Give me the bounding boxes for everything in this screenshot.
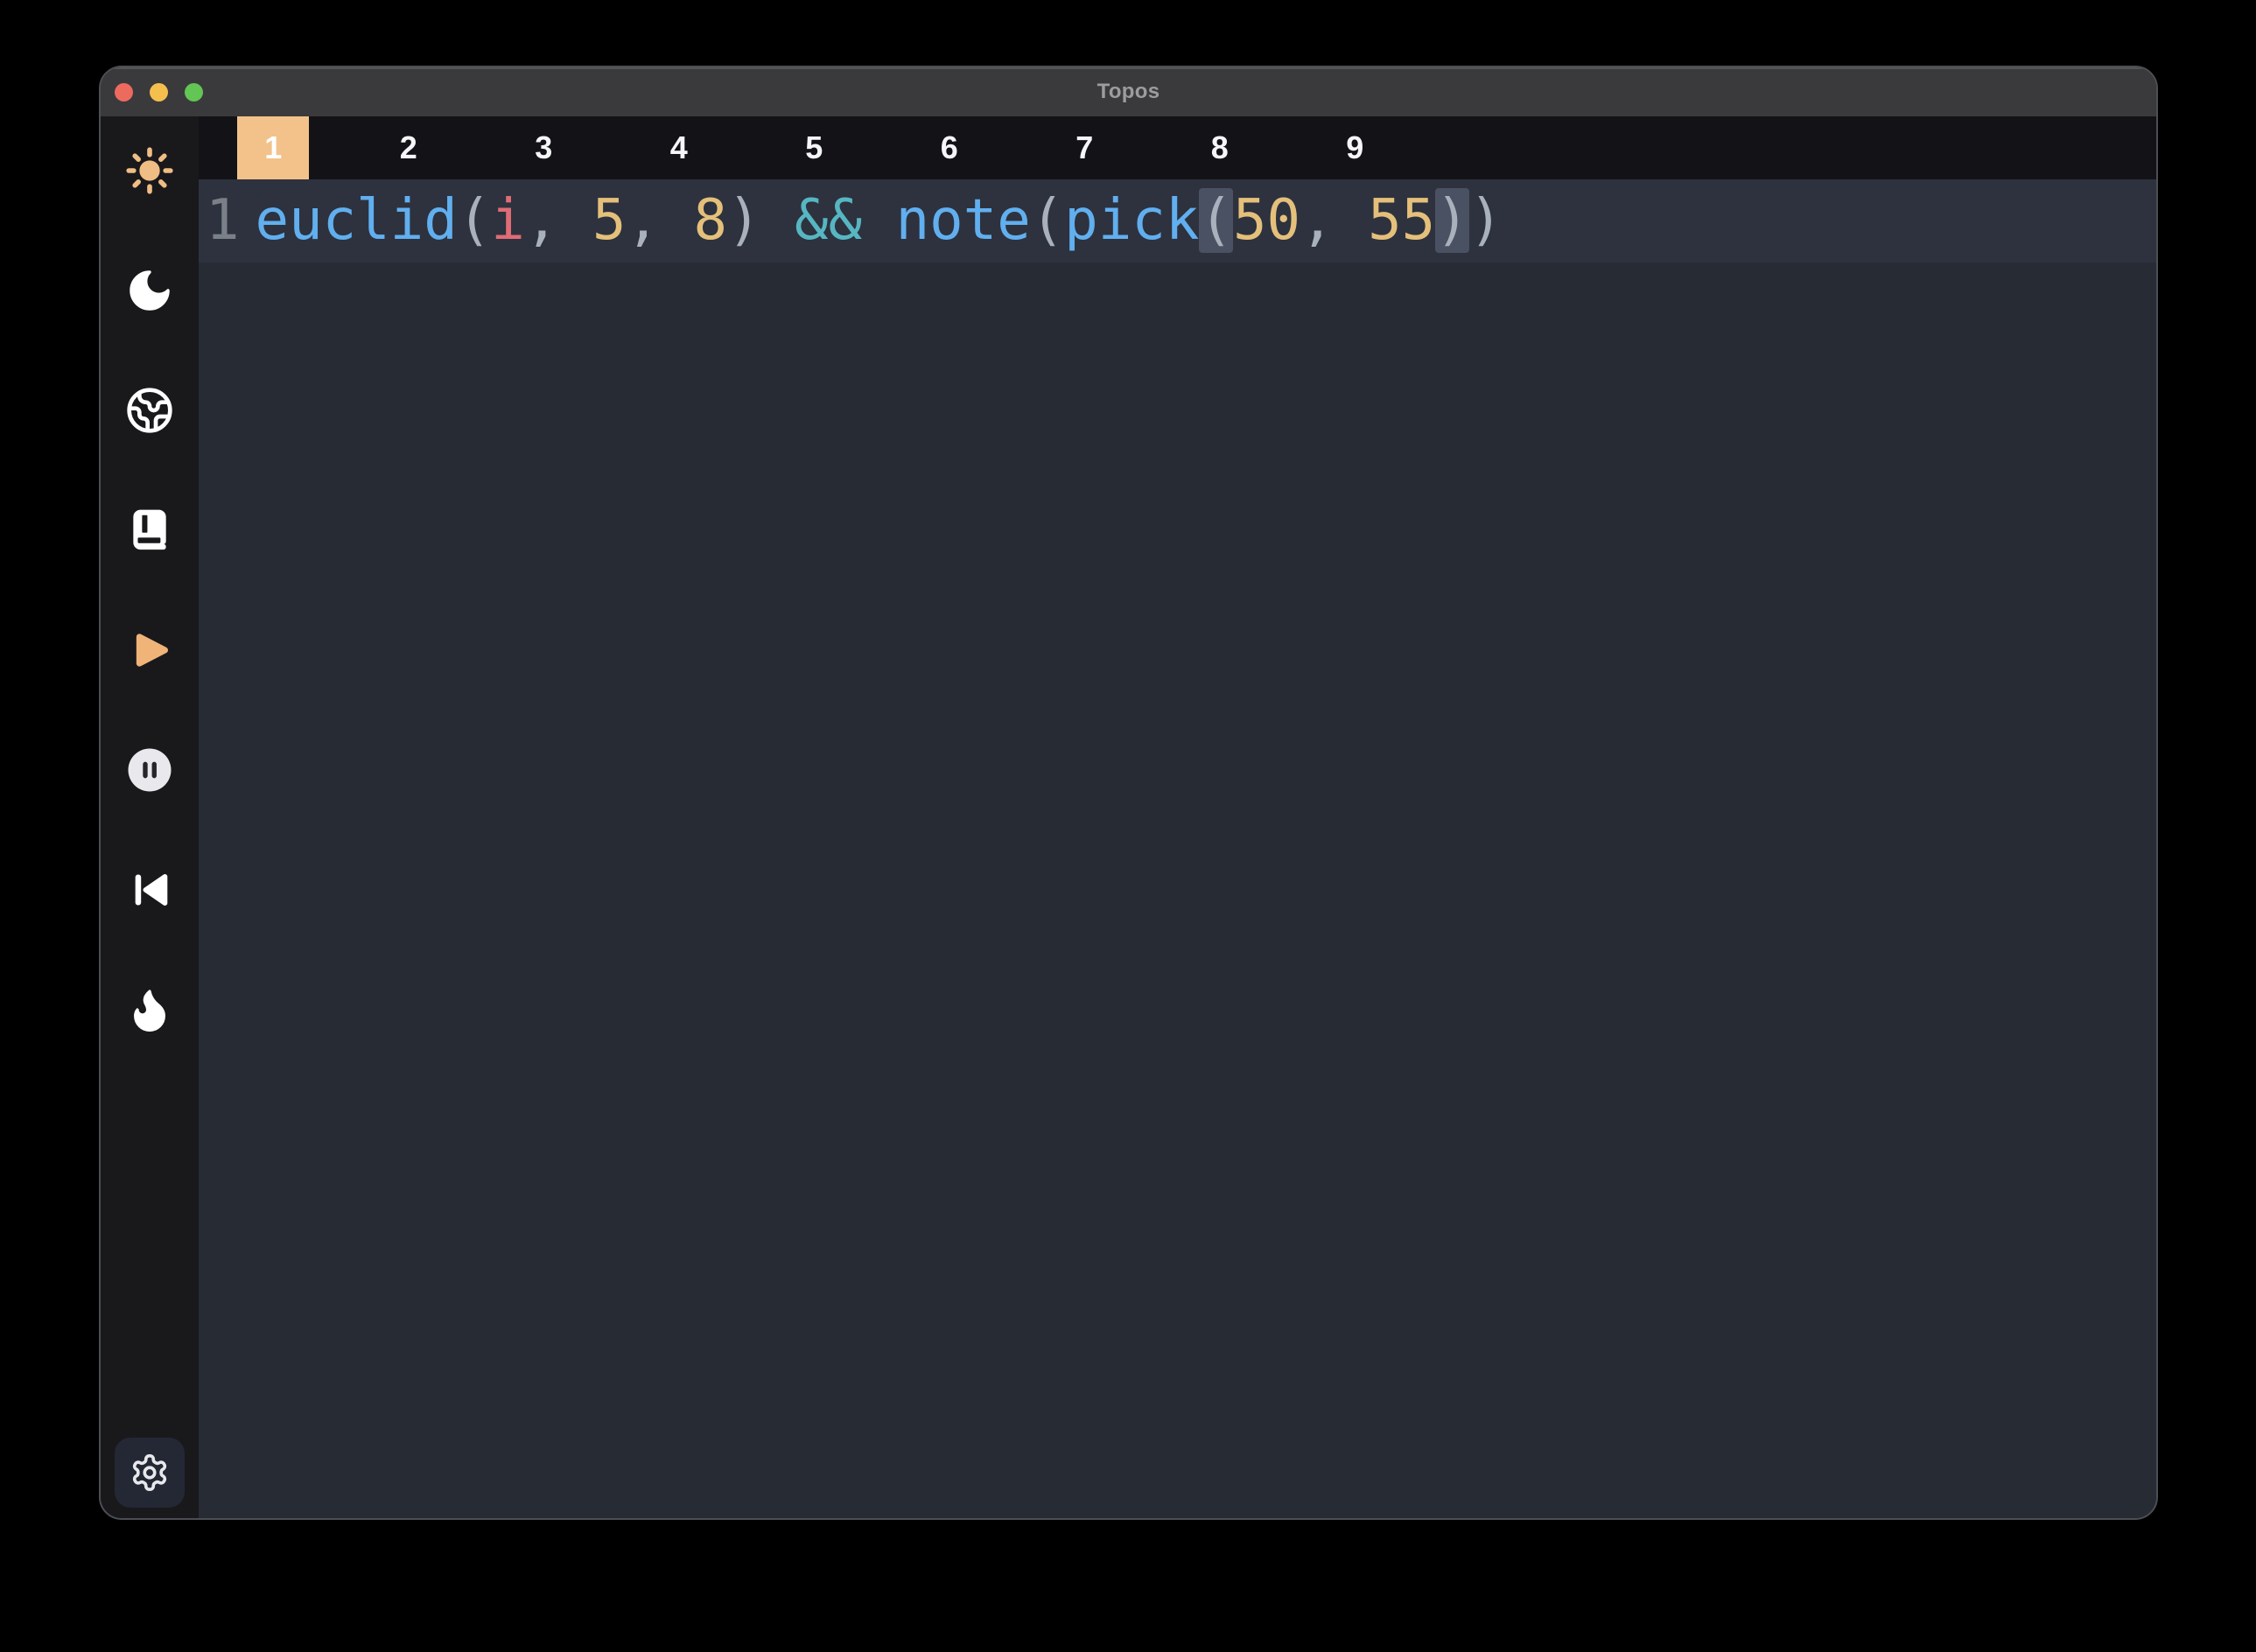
tab-label: 3 xyxy=(508,116,579,179)
tab-2[interactable]: 2 xyxy=(341,116,477,179)
titlebar[interactable]: Topos xyxy=(101,67,2156,116)
code-token: && xyxy=(761,188,896,253)
line-number: 1 xyxy=(206,179,240,262)
code-token: 50 xyxy=(1233,188,1300,253)
zoom-button[interactable] xyxy=(185,83,203,102)
code-token: 8 xyxy=(693,188,727,253)
settings-button[interactable] xyxy=(115,1438,185,1508)
play-button[interactable] xyxy=(125,626,174,675)
code-token: , xyxy=(525,188,592,253)
code-token: ( xyxy=(458,188,492,253)
tab-label: 6 xyxy=(914,116,985,179)
skip-back-icon xyxy=(125,864,174,915)
code-token: 55 xyxy=(1368,188,1435,253)
close-button[interactable] xyxy=(115,83,133,102)
tab-label: 4 xyxy=(643,116,715,179)
window-content: 123456789 1 euclid(i, 5, 8) && note(pick… xyxy=(101,116,2156,1518)
play-icon xyxy=(125,623,174,677)
moon-icon xyxy=(125,263,174,318)
pause-icon xyxy=(125,743,174,797)
tab-7[interactable]: 7 xyxy=(1017,116,1153,179)
tab-4[interactable]: 4 xyxy=(612,116,747,179)
tab-bar: 1 23 45 67 89 xyxy=(199,116,2156,179)
code-token: , xyxy=(626,188,693,253)
sidebar xyxy=(101,116,199,1518)
tab-3[interactable]: 3 xyxy=(476,116,612,179)
tab-9[interactable]: 9 xyxy=(1287,116,1423,179)
tab-label: 1 xyxy=(237,116,309,179)
code-token: ( xyxy=(1031,188,1065,253)
skip-back-button[interactable] xyxy=(125,865,174,914)
minimize-button[interactable] xyxy=(150,83,168,102)
code-token: pick xyxy=(1064,188,1199,253)
code-token: ) xyxy=(1469,188,1503,253)
flame-button[interactable] xyxy=(125,985,174,1034)
globe-button[interactable] xyxy=(125,386,174,435)
code-token: , xyxy=(1300,188,1368,253)
globe-icon xyxy=(125,384,174,437)
tab-6[interactable]: 6 xyxy=(882,116,1018,179)
code-token: euclid xyxy=(256,188,458,253)
main-area: 123456789 1 euclid(i, 5, 8) && note(pick… xyxy=(199,116,2156,1518)
code-line-content: euclid(i, 5, 8) && note(pick(50, 55)) xyxy=(256,179,1503,262)
sun-icon xyxy=(125,144,174,197)
code-editor[interactable]: 1 euclid(i, 5, 8) && note(pick(50, 55)) xyxy=(199,179,2156,1518)
code-token: i xyxy=(491,188,525,253)
flame-icon xyxy=(125,985,174,1034)
window-title: Topos xyxy=(1097,80,1160,104)
code-token: 5 xyxy=(592,188,627,253)
tab-8[interactable]: 8 xyxy=(1153,116,1288,179)
tab-label: 7 xyxy=(1048,116,1120,179)
tab-label: 8 xyxy=(1184,116,1256,179)
theme-light-button[interactable] xyxy=(125,146,174,195)
code-token-bracket-match: ) xyxy=(1435,188,1469,253)
book-icon xyxy=(125,506,174,555)
app-window: Topos xyxy=(99,66,2158,1520)
docs-button[interactable] xyxy=(125,506,174,555)
code-token: ) xyxy=(727,188,761,253)
tab-label: 5 xyxy=(778,116,850,179)
tab-label: 2 xyxy=(373,116,445,179)
pause-button[interactable] xyxy=(125,746,174,794)
tab-1[interactable]: 1 xyxy=(206,116,341,179)
theme-dark-button[interactable] xyxy=(125,266,174,315)
tab-label: 9 xyxy=(1319,116,1391,179)
code-line[interactable]: 1 euclid(i, 5, 8) && note(pick(50, 55)) xyxy=(199,179,2156,262)
code-token-bracket-match: ( xyxy=(1199,188,1233,253)
tab-5[interactable]: 5 xyxy=(746,116,882,179)
settings-gear-icon xyxy=(130,1452,170,1493)
traffic-lights xyxy=(115,67,203,116)
code-token: note xyxy=(896,188,1031,253)
